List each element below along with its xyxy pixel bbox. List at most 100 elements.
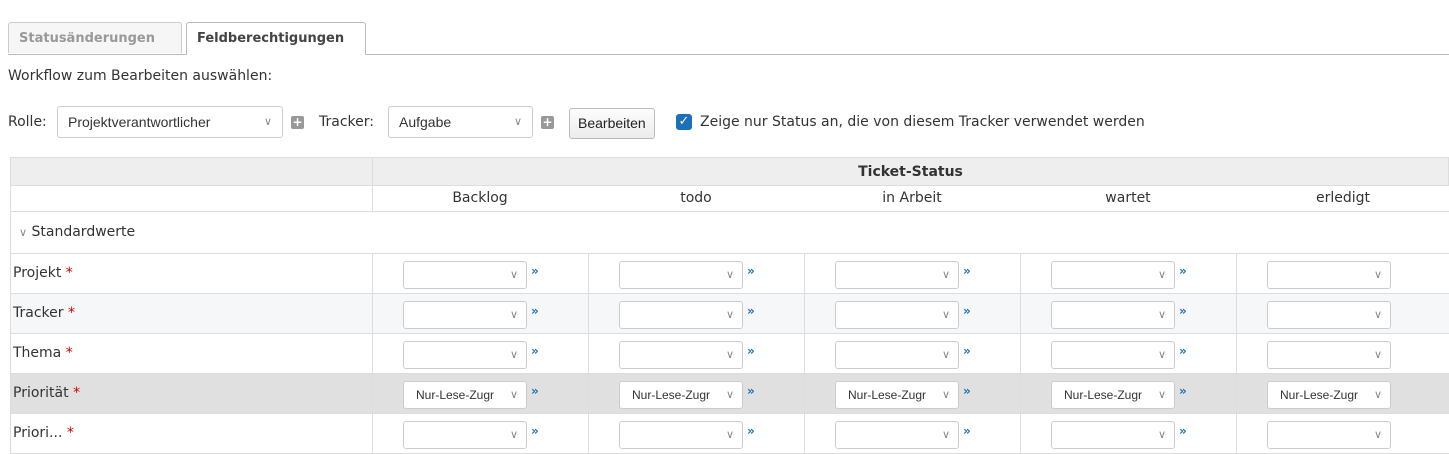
permission-select[interactable]: ∨: [1051, 421, 1175, 449]
copy-right-icon[interactable]: »: [531, 264, 539, 278]
required-marker: *: [73, 385, 81, 401]
add-role-icon[interactable]: +: [291, 116, 304, 129]
workflow-toolbar: Rolle: Projektverantwortlicher ∨ + Track…: [8, 106, 1449, 140]
copy-right-icon[interactable]: »: [747, 304, 755, 318]
permission-select[interactable]: ∨: [403, 421, 527, 449]
permission-select[interactable]: Nur-Lese-Zugr ∨: [1051, 381, 1175, 409]
chevron-down-icon: ∨: [509, 389, 518, 401]
permission-select[interactable]: ∨: [1267, 421, 1391, 449]
chevron-down-icon: ∨: [725, 389, 734, 401]
column-divider: [1236, 294, 1237, 334]
permission-select[interactable]: ∨: [403, 301, 527, 329]
required-marker: *: [65, 345, 73, 361]
permission-select[interactable]: ∨: [403, 341, 527, 369]
tab-feldberechtigungen[interactable]: Feldberechtigungen: [186, 22, 366, 55]
column-divider: [1020, 414, 1021, 454]
permission-select[interactable]: Nur-Lese-Zugr ∨: [1267, 381, 1391, 409]
chevron-down-icon: ∨: [725, 269, 734, 281]
permission-select[interactable]: Nur-Lese-Zugr ∨: [403, 381, 527, 409]
copy-right-icon[interactable]: »: [747, 344, 755, 358]
permission-select[interactable]: ∨: [619, 261, 743, 289]
copy-right-icon[interactable]: »: [531, 424, 539, 438]
column-divider: [588, 334, 589, 374]
add-tracker-icon[interactable]: +: [541, 116, 554, 129]
column-divider: [372, 294, 373, 334]
chevron-down-icon: ∨: [725, 349, 734, 361]
permission-select[interactable]: ∨: [619, 341, 743, 369]
column-divider: [1020, 374, 1021, 414]
status-col-erledigt: erledigt: [1315, 190, 1371, 206]
tracker-label: Tracker:: [319, 114, 374, 130]
permission-select[interactable]: ∨: [619, 301, 743, 329]
copy-right-icon[interactable]: »: [1179, 424, 1187, 438]
chevron-down-icon: ∨: [941, 309, 950, 321]
permission-select[interactable]: Nur-Lese-Zugr ∨: [835, 381, 959, 409]
column-divider: [588, 254, 589, 294]
field-name: Thema: [13, 345, 62, 361]
table-row: Priori... * ∨ » ∨ » ∨ » ∨ » ∨: [10, 414, 1449, 454]
copy-right-icon[interactable]: »: [963, 344, 971, 358]
permission-select[interactable]: ∨: [1267, 261, 1391, 289]
copy-right-icon[interactable]: »: [531, 304, 539, 318]
copy-right-icon[interactable]: »: [1179, 344, 1187, 358]
column-divider: [372, 414, 373, 454]
permission-select[interactable]: Nur-Lese-Zugr ∨: [619, 381, 743, 409]
column-divider: [588, 374, 589, 414]
chevron-down-icon: ∨: [1157, 389, 1166, 401]
permission-select[interactable]: ∨: [619, 421, 743, 449]
column-divider: [1020, 254, 1021, 294]
permission-select[interactable]: ∨: [1267, 301, 1391, 329]
copy-right-icon[interactable]: »: [1179, 384, 1187, 398]
column-divider: [1236, 414, 1237, 454]
copy-right-icon[interactable]: »: [531, 344, 539, 358]
chevron-down-icon: ∨: [263, 116, 272, 128]
tab-bar: Statusänderungen Feldberechtigungen: [8, 22, 1449, 55]
column-divider: [804, 294, 805, 334]
column-divider: [372, 254, 373, 294]
role-select[interactable]: Projektverantwortlicher ∨: [57, 106, 283, 138]
copy-right-icon[interactable]: »: [963, 424, 971, 438]
column-divider: [1020, 334, 1021, 374]
chevron-down-icon: ∨: [1157, 309, 1166, 321]
group-standardwerte[interactable]: ∨ Standardwerte: [10, 212, 1449, 254]
permission-value: Nur-Lese-Zugr: [848, 388, 927, 402]
chevron-down-icon: ∨: [725, 429, 734, 441]
copy-right-icon[interactable]: »: [747, 384, 755, 398]
ticket-status-header: Ticket-Status: [858, 164, 963, 180]
copy-right-icon[interactable]: »: [1179, 264, 1187, 278]
only-used-statuses-checkbox[interactable]: ✓: [676, 114, 692, 130]
permission-select[interactable]: ∨: [1051, 301, 1175, 329]
chevron-down-icon: ∨: [941, 349, 950, 361]
permission-select[interactable]: ∨: [1267, 341, 1391, 369]
permission-select[interactable]: ∨: [835, 421, 959, 449]
group-toggle[interactable]: ∨ Standardwerte: [19, 224, 135, 240]
copy-right-icon[interactable]: »: [963, 384, 971, 398]
chevron-down-icon: ∨: [509, 349, 518, 361]
tracker-select-value: Aufgabe: [399, 114, 452, 130]
edit-button[interactable]: Bearbeiten: [569, 108, 655, 139]
chevron-down-icon: ∨: [941, 389, 950, 401]
permission-select[interactable]: ∨: [1051, 261, 1175, 289]
copy-right-icon[interactable]: »: [531, 384, 539, 398]
chevron-down-icon: ∨: [1373, 389, 1382, 401]
column-divider: [804, 414, 805, 454]
table-row: Projekt * ∨ » ∨ » ∨ » ∨ » ∨: [10, 254, 1449, 294]
tab-statusaenderungen[interactable]: Statusänderungen: [8, 22, 182, 53]
copy-right-icon[interactable]: »: [963, 264, 971, 278]
permission-select[interactable]: ∨: [1051, 341, 1175, 369]
chevron-down-icon: ∨: [941, 429, 950, 441]
copy-right-icon[interactable]: »: [1179, 304, 1187, 318]
permission-select[interactable]: ∨: [835, 301, 959, 329]
chevron-down-icon: ∨: [19, 226, 28, 239]
copy-right-icon[interactable]: »: [747, 424, 755, 438]
permission-select[interactable]: ∨: [835, 341, 959, 369]
permission-select[interactable]: ∨: [835, 261, 959, 289]
permission-select[interactable]: ∨: [403, 261, 527, 289]
copy-right-icon[interactable]: »: [747, 264, 755, 278]
table-row: Tracker * ∨ » ∨ » ∨ » ∨ » ∨: [10, 294, 1449, 334]
tracker-select[interactable]: Aufgabe ∨: [388, 106, 533, 138]
chevron-down-icon: ∨: [1157, 349, 1166, 361]
role-label: Rolle:: [8, 114, 47, 130]
copy-right-icon[interactable]: »: [963, 304, 971, 318]
role-select-value: Projektverantwortlicher: [68, 114, 211, 130]
